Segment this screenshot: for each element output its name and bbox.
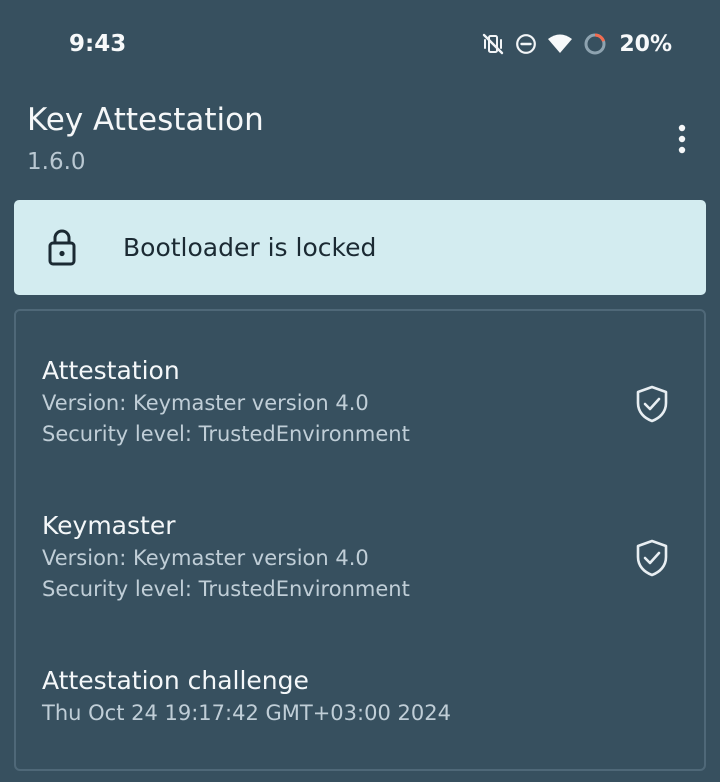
attestation-title: Attestation: [42, 356, 180, 385]
keymaster-section[interactable]: Keymaster Version: Keymaster version 4.0…: [42, 509, 662, 605]
keymaster-security-level: Security level: TrustedEnvironment: [42, 577, 410, 601]
keymaster-version: Version: Keymaster version 4.0: [42, 546, 369, 570]
app-version: 1.6.0: [27, 149, 86, 175]
attestation-challenge-title: Attestation challenge: [42, 666, 309, 695]
status-time: 9:43: [69, 31, 127, 57]
attestation-challenge-section[interactable]: Attestation challenge Thu Oct 24 19:17:4…: [42, 664, 662, 729]
bootloader-status-text: Bootloader is locked: [123, 233, 377, 262]
app-title: Key Attestation: [27, 102, 264, 138]
attestation-section[interactable]: Attestation Version: Keymaster version 4…: [42, 354, 662, 450]
keymaster-title: Keymaster: [42, 511, 176, 540]
shield-check-icon: [634, 538, 670, 582]
lock-icon: [47, 229, 77, 271]
battery-percent: 20%: [619, 31, 672, 57]
battery-ring-icon: [583, 32, 607, 56]
wifi-icon: [547, 33, 573, 55]
status-bar: 9:43 20%: [0, 0, 720, 90]
shield-check-icon: [634, 384, 670, 428]
attestation-security-level: Security level: TrustedEnvironment: [42, 422, 410, 446]
do-not-disturb-icon: [515, 33, 537, 55]
attestation-challenge-value: Thu Oct 24 19:17:42 GMT+03:00 2024: [42, 701, 451, 725]
vibrate-off-icon: [481, 32, 505, 56]
more-vert-icon[interactable]: [662, 117, 702, 161]
status-icons: 20%: [481, 29, 672, 59]
attestation-version: Version: Keymaster version 4.0: [42, 391, 369, 415]
bootloader-status-banner: Bootloader is locked: [14, 200, 706, 295]
attestation-info-card: Attestation Version: Keymaster version 4…: [14, 309, 706, 771]
